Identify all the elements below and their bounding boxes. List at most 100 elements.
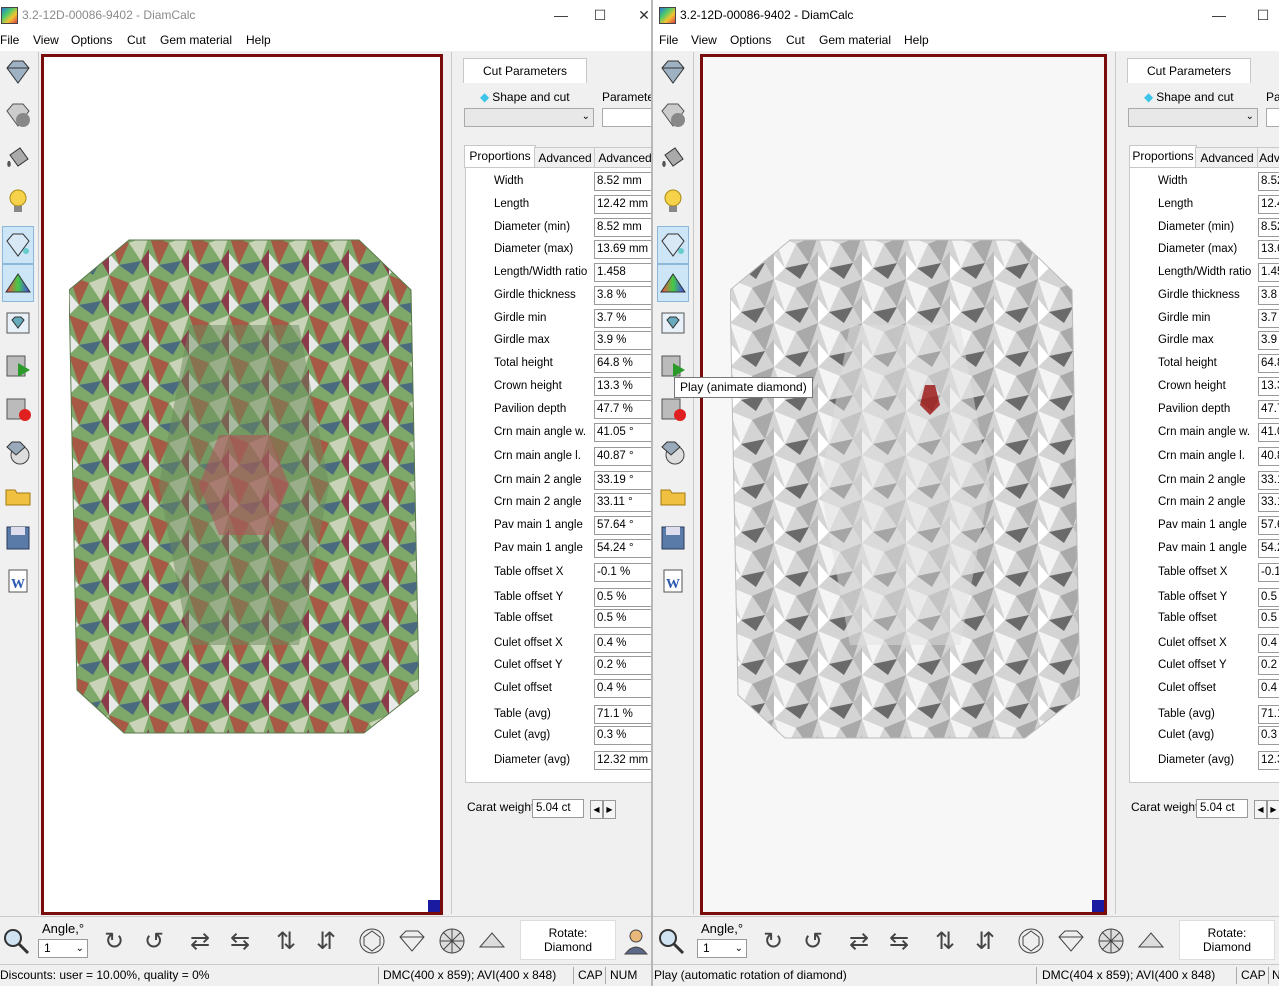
flip-horizontal-reverse-icon[interactable]: ⇆ <box>224 925 256 957</box>
proportion-value-field[interactable]: 33.1 <box>1258 493 1279 512</box>
angle-select[interactable]: 1 ⌄ <box>38 939 88 958</box>
rotate-cw-icon[interactable]: ↻ <box>98 925 130 957</box>
proportion-value-field[interactable]: 40.8 <box>1258 447 1279 466</box>
flip-vertical-reverse-icon[interactable]: ⇵ <box>969 925 1001 957</box>
diamond-viewport[interactable] <box>41 54 443 915</box>
open-folder-icon[interactable] <box>657 477 689 513</box>
proportion-value-field[interactable]: 33.19 ° <box>594 471 651 490</box>
rotate-cw-icon[interactable]: ↻ <box>757 925 789 957</box>
proportion-value-field[interactable]: 0.3 <box>1258 726 1279 745</box>
proportion-value-field[interactable]: 3.9 % <box>594 331 651 350</box>
profile-view-icon[interactable] <box>1135 925 1167 957</box>
carat-increase-button[interactable]: ▶ <box>1267 800 1279 819</box>
menu-file[interactable]: File <box>659 33 678 47</box>
proportion-value-field[interactable]: 64.8 % <box>594 354 651 373</box>
flip-vertical-icon[interactable]: ⇅ <box>929 925 961 957</box>
proportion-value-field[interactable]: 0.2 % <box>594 656 651 675</box>
proportion-value-field[interactable]: 57.6 <box>1258 516 1279 535</box>
flip-horizontal-icon[interactable]: ⇄ <box>184 925 216 957</box>
carat-decrease-button[interactable]: ◀ <box>590 800 603 819</box>
diamond-gray-icon[interactable] <box>2 97 34 133</box>
maximize-button[interactable]: ☐ <box>590 5 610 25</box>
proportion-value-field[interactable]: 0.2 <box>1258 656 1279 675</box>
diamond-view-icon[interactable] <box>2 54 34 90</box>
proportion-value-field[interactable]: 3.7 % <box>594 309 651 328</box>
proportion-value-field[interactable]: 8.52 mm <box>594 218 651 237</box>
proportion-value-field[interactable]: 0.5 % <box>594 609 651 628</box>
tab-advanced[interactable]: Advanced <box>534 147 596 168</box>
proportion-value-field[interactable]: 8.52 <box>1258 218 1279 237</box>
proportion-value-field[interactable]: 0.4 % <box>594 679 651 698</box>
flip-horizontal-icon[interactable]: ⇄ <box>843 925 875 957</box>
proportion-value-field[interactable]: 47.7 % <box>594 400 651 419</box>
minimize-button[interactable]: — <box>551 5 571 25</box>
save-icon[interactable] <box>2 520 34 556</box>
proportion-value-field[interactable]: 64.8 <box>1258 354 1279 373</box>
film-reel-icon[interactable] <box>657 434 689 470</box>
light-bulb-icon[interactable] <box>657 183 689 219</box>
proportion-value-field[interactable]: 0.5 <box>1258 609 1279 628</box>
tab-cut-parameters[interactable]: Cut Parameters <box>1127 58 1251 83</box>
bottom-view-icon[interactable] <box>1095 925 1127 957</box>
open-folder-icon[interactable] <box>2 477 34 513</box>
proportion-value-field[interactable]: 1.45 <box>1258 263 1279 282</box>
sparkle-diamond-icon[interactable] <box>657 226 689 264</box>
menu-gem-material[interactable]: Gem material <box>160 33 232 47</box>
tab-proportions[interactable]: Proportions <box>1129 145 1197 168</box>
proportion-value-field[interactable]: 12.32 mm <box>594 751 651 770</box>
minimize-button[interactable]: — <box>1209 5 1229 25</box>
carat-weight-input[interactable]: 5.04 ct <box>532 799 584 818</box>
shape-and-cut-select[interactable]: ⌄ <box>464 108 594 127</box>
proportion-value-field[interactable]: -0.1 % <box>594 563 651 582</box>
bottom-view-icon[interactable] <box>436 925 468 957</box>
menu-file[interactable]: File <box>0 33 19 47</box>
proportion-value-field[interactable]: 3.7 <box>1258 309 1279 328</box>
menu-options[interactable]: Options <box>71 33 112 47</box>
paint-bucket-icon[interactable] <box>2 140 34 176</box>
carat-weight-input[interactable]: 5.04 ct <box>1196 799 1248 818</box>
flip-vertical-reverse-icon[interactable]: ⇵ <box>310 925 342 957</box>
record-video-icon[interactable] <box>2 391 34 427</box>
proportion-value-field[interactable]: -0.1 <box>1258 563 1279 582</box>
proportion-value-field[interactable]: 0.4 <box>1258 634 1279 653</box>
top-view-icon[interactable] <box>1015 925 1047 957</box>
diamond-viewport[interactable] <box>700 54 1107 915</box>
diamond-gray-icon[interactable] <box>657 97 689 133</box>
flip-horizontal-reverse-icon[interactable]: ⇆ <box>883 925 915 957</box>
rotate-ccw-icon[interactable]: ↺ <box>138 925 170 957</box>
menu-options[interactable]: Options <box>730 33 771 47</box>
play-video-icon[interactable] <box>2 348 34 384</box>
tab-advanced[interactable]: Advanced <box>1195 147 1259 168</box>
proportion-value-field[interactable]: 33.11 ° <box>594 493 651 512</box>
light-bulb-icon[interactable] <box>2 183 34 219</box>
menu-gem-material[interactable]: Gem material <box>819 33 891 47</box>
menu-cut[interactable]: Cut <box>127 33 146 47</box>
zoom-icon[interactable] <box>0 925 32 957</box>
proportion-value-field[interactable]: 0.5 <box>1258 588 1279 607</box>
proportion-value-field[interactable]: 0.4 % <box>594 634 651 653</box>
proportion-value-field[interactable]: 71.1 % <box>594 705 651 724</box>
angle-select[interactable]: 1 ⌄ <box>697 939 747 958</box>
word-export-icon[interactable]: W <box>657 563 689 599</box>
proportion-value-field[interactable]: 57.64 ° <box>594 516 651 535</box>
carat-increase-button[interactable]: ▶ <box>603 800 616 819</box>
shape-and-cut-select[interactable]: ⌄ <box>1128 108 1258 127</box>
paint-bucket-icon[interactable] <box>657 140 689 176</box>
parameter-input[interactable] <box>602 108 651 127</box>
proportion-value-field[interactable]: 47.7 <box>1258 400 1279 419</box>
profile-view-icon[interactable] <box>476 925 508 957</box>
zoom-icon[interactable] <box>655 925 687 957</box>
rotate-ccw-icon[interactable]: ↺ <box>797 925 829 957</box>
proportion-value-field[interactable]: 0.4 <box>1258 679 1279 698</box>
proportion-value-field[interactable]: 71.1 <box>1258 705 1279 724</box>
top-view-icon[interactable] <box>356 925 388 957</box>
user-icon[interactable] <box>620 925 651 957</box>
proportion-value-field[interactable]: 40.87 ° <box>594 447 651 466</box>
proportion-value-field[interactable]: 13.3 % <box>594 377 651 396</box>
tab-advanced-2[interactable]: Advanced <box>594 147 651 168</box>
proportion-value-field[interactable]: 3.8 <box>1258 286 1279 305</box>
rotate-mode-button[interactable]: Rotate: Diamond <box>520 920 616 960</box>
spectrum-icon[interactable] <box>2 264 34 302</box>
proportion-value-field[interactable]: 8.52 <box>1258 172 1279 191</box>
parameter-input[interactable] <box>1266 108 1279 127</box>
